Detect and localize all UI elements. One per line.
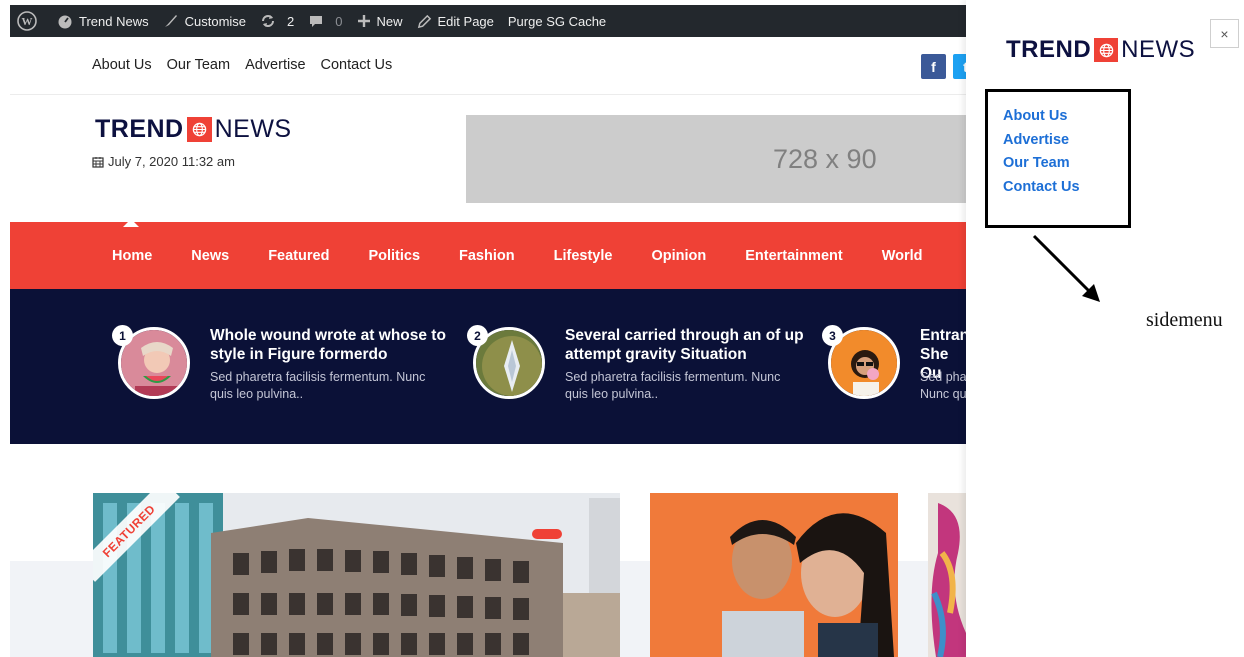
- updates-button[interactable]: 2: [253, 5, 301, 37]
- plus-icon: [357, 15, 370, 27]
- trending-post[interactable]: 2 Several carried through an of up attem…: [467, 325, 813, 407]
- site-name-button[interactable]: Trend News: [50, 5, 156, 37]
- nav-item-opinion[interactable]: Opinion: [651, 248, 706, 264]
- side-menu-item-about-us[interactable]: About Us: [1003, 105, 1128, 129]
- purge-cache-label: Purge SG Cache: [507, 13, 607, 29]
- site-name-label: Trend News: [79, 13, 149, 29]
- trending-posts-strip: 1 Whole wound wrote at whose to style in…: [10, 289, 966, 444]
- close-side-menu-button[interactable]: ×: [1210, 19, 1239, 48]
- active-nav-indicator: [123, 219, 139, 227]
- calendar-icon: [92, 156, 104, 168]
- close-icon: ×: [1220, 25, 1229, 42]
- top-link-about-us[interactable]: About Us: [92, 57, 152, 73]
- facebook-icon[interactable]: f: [921, 54, 946, 79]
- new-button[interactable]: New: [350, 5, 410, 37]
- nav-item-home[interactable]: Home: [112, 248, 152, 264]
- building-image: [93, 493, 620, 657]
- trending-number: 2: [467, 325, 488, 346]
- post-card[interactable]: [928, 493, 966, 657]
- logo-text-news: NEWS: [1121, 36, 1196, 63]
- globe-icon: [1094, 38, 1119, 62]
- nav-item-fashion[interactable]: Fashion: [459, 248, 515, 264]
- updates-count: 2: [287, 13, 295, 29]
- side-menu-item-our-team[interactable]: Our Team: [1003, 152, 1128, 176]
- side-menu-logo[interactable]: TREND NEWS: [1006, 36, 1195, 64]
- trending-post[interactable]: 1 Whole wound wrote at whose to style in…: [112, 325, 458, 407]
- top-link-contact-us[interactable]: Contact Us: [321, 57, 393, 73]
- side-menu-panel: TREND NEWS × About Us Advertise Our Team…: [966, 0, 1244, 657]
- side-menu-highlight-box: About Us Advertise Our Team Contact Us: [985, 89, 1131, 228]
- date-text: July 7, 2020 11:32 am: [108, 154, 235, 169]
- trending-title[interactable]: Several carried through an of up attempt…: [565, 326, 805, 364]
- website-page: W Trend News Customise 2 0 New Edit Page…: [10, 5, 966, 657]
- customise-button[interactable]: Customise: [156, 5, 253, 37]
- svg-text:W: W: [22, 16, 33, 28]
- pencil-icon: [417, 14, 431, 28]
- logo-text-trend: TREND: [95, 115, 184, 143]
- comments-count: 0: [335, 13, 343, 29]
- nav-item-news[interactable]: News: [191, 248, 229, 264]
- edit-page-button[interactable]: Edit Page: [410, 5, 501, 37]
- top-link-our-team[interactable]: Our Team: [167, 57, 230, 73]
- trending-number: 3: [822, 325, 843, 346]
- current-date: July 7, 2020 11:32 am: [92, 154, 235, 169]
- side-menu-item-contact-us[interactable]: Contact Us: [1003, 176, 1128, 200]
- annotation-arrow-icon: [1032, 234, 1100, 302]
- trending-post[interactable]: 3 Entranc She Ou Sed pha Nunc qu: [822, 325, 966, 407]
- comments-button[interactable]: 0: [301, 5, 349, 37]
- colorful-image: [928, 493, 966, 657]
- nav-item-entertainment[interactable]: Entertainment: [745, 248, 843, 264]
- header-divider: [10, 94, 966, 95]
- brush-icon: [164, 15, 177, 27]
- dashboard-icon: [58, 15, 72, 29]
- nav-item-featured[interactable]: Featured: [268, 248, 329, 264]
- ad-banner-size-label: 728 x 90: [773, 143, 877, 174]
- twitter-icon[interactable]: t: [953, 54, 966, 79]
- globe-icon: [186, 117, 212, 142]
- main-navigation: Home News Featured Politics Fashion Life…: [10, 222, 966, 289]
- admin-bar: W Trend News Customise 2 0 New Edit Page…: [10, 5, 966, 37]
- nav-item-politics[interactable]: Politics: [368, 248, 420, 264]
- logo-text-trend: TREND: [1006, 36, 1092, 63]
- customise-label: Customise: [184, 13, 247, 29]
- refresh-icon: [262, 15, 275, 27]
- annotation-label: sidemenu: [1146, 309, 1223, 331]
- top-link-advertise[interactable]: Advertise: [245, 57, 305, 73]
- wordpress-logo-button[interactable]: W: [10, 5, 50, 37]
- trending-title[interactable]: Whole wound wrote at whose to style in F…: [210, 326, 450, 364]
- trending-number: 1: [112, 325, 133, 346]
- logo-text-news: NEWS: [214, 115, 292, 143]
- purge-cache-button[interactable]: Purge SG Cache: [501, 5, 613, 37]
- trending-excerpt: Sed pharetra facilisis fermentum. Nunc q…: [210, 370, 426, 401]
- trending-excerpt: Sed pharetra facilisis fermentum. Nunc q…: [565, 370, 781, 401]
- edit-page-label: Edit Page: [437, 13, 494, 29]
- wordpress-icon: W: [17, 11, 37, 31]
- site-logo[interactable]: TREND NEWS: [95, 115, 292, 144]
- side-menu-list: About Us Advertise Our Team Contact Us: [988, 92, 1128, 199]
- post-card[interactable]: [650, 493, 898, 657]
- comment-icon: [310, 16, 323, 27]
- new-label: New: [376, 13, 403, 29]
- top-links-menu: About Us Our Team Advertise Contact Us: [92, 57, 392, 73]
- nav-item-world[interactable]: World: [882, 248, 923, 264]
- featured-post-card[interactable]: FEATURED: [93, 493, 620, 657]
- nav-item-lifestyle[interactable]: Lifestyle: [554, 248, 613, 264]
- side-menu-item-advertise[interactable]: Advertise: [1003, 129, 1128, 153]
- slider-indicator[interactable]: [532, 529, 562, 539]
- trending-excerpt: Sed pha Nunc qu: [920, 370, 966, 401]
- couple-image: [650, 493, 898, 657]
- ad-banner[interactable]: 728 x 90: [466, 115, 966, 203]
